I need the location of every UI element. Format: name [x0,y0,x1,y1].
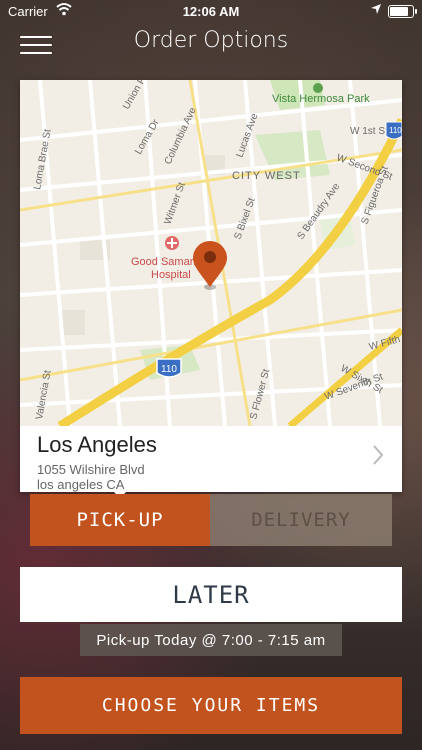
map-label-w1st: W 1st St [350,126,388,137]
map-canvas: Vista Hermosa Park CITY WEST Good Samari… [20,80,402,426]
location-card: Vista Hermosa Park CITY WEST Good Samari… [20,80,402,492]
status-time: 12:06 AM [182,4,240,19]
pickup-button[interactable]: PICK-UP [30,494,210,546]
map-label-hospital-1: Good Samari [131,256,196,268]
later-button[interactable]: LATER [20,567,402,622]
battery-icon [388,5,417,18]
choose-items-button[interactable]: CHOOSE YOUR ITEMS [20,677,402,734]
location-arrow-icon [370,3,382,18]
selected-location-row[interactable]: Los Angeles 1055 Wilshire Blvd los angel… [20,426,402,492]
nav-bar: Order Options [0,22,422,66]
hwy-110-label-bottom: 110 [161,364,177,375]
hwy-110-label-top: 110 [389,126,402,135]
delivery-button[interactable]: DELIVERY [210,494,392,546]
location-address-line1: 1055 Wilshire Blvd [37,462,145,477]
pickup-time-label: Pick-up Today @ 7:00 - 7:15 am [80,624,342,656]
map-label-city-west: CITY WEST [232,170,301,182]
map-view[interactable]: Vista Hermosa Park CITY WEST Good Samari… [20,80,402,426]
status-bar: Carrier 12:06 AM [0,0,422,22]
park-icon [313,83,323,93]
map-label-park: Vista Hermosa Park [272,93,370,105]
chevron-right-icon [372,444,384,471]
page-title: Order Options [133,28,289,53]
map-label-hospital-2: Hospital [151,269,191,281]
location-name: Los Angeles [37,432,157,457]
